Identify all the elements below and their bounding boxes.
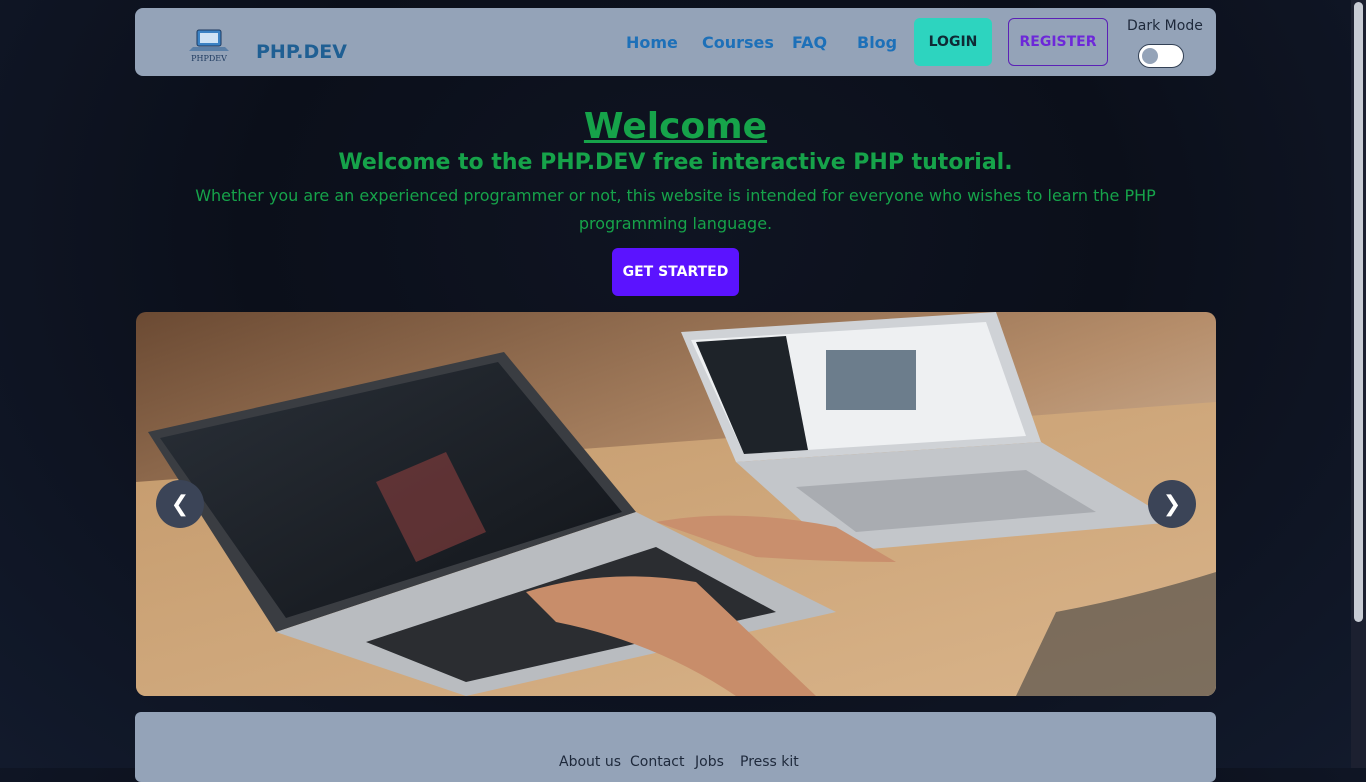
footer: About us Contact Jobs Press kit: [135, 712, 1216, 782]
carousel-prev-button[interactable]: ❮: [156, 480, 204, 528]
page-scrollbar[interactable]: [1351, 0, 1366, 768]
get-started-button[interactable]: GET STARTED: [612, 248, 739, 296]
nav-home[interactable]: Home: [626, 33, 678, 52]
navbar: PHPDEV PHP.DEV Home Courses FAQ Blog LOG…: [135, 8, 1216, 76]
hero-description: Whether you are an experienced programme…: [195, 186, 1156, 233]
dark-mode-toggle[interactable]: [1138, 44, 1184, 68]
laptop-logo-icon[interactable]: PHPDEV: [187, 26, 233, 64]
scrollbar-thumb[interactable]: [1354, 2, 1363, 622]
nav-courses[interactable]: Courses: [702, 33, 774, 52]
nav-blog[interactable]: Blog: [857, 33, 897, 52]
login-button[interactable]: LOGIN: [914, 18, 992, 66]
hero-carousel-image: [136, 312, 1216, 696]
toggle-knob: [1142, 48, 1158, 64]
register-button[interactable]: REGISTER: [1008, 18, 1108, 66]
hero-title: Welcome: [583, 106, 768, 147]
hero-subtitle: Welcome to the PHP.DEV free interactive …: [338, 150, 1013, 175]
svg-text:PHPDEV: PHPDEV: [191, 54, 227, 63]
brand-name[interactable]: PHP.DEV: [256, 41, 347, 63]
carousel-next-button[interactable]: ❯: [1148, 480, 1196, 528]
dark-mode-label: Dark Mode: [1127, 18, 1203, 34]
nav-faq[interactable]: FAQ: [792, 33, 827, 52]
